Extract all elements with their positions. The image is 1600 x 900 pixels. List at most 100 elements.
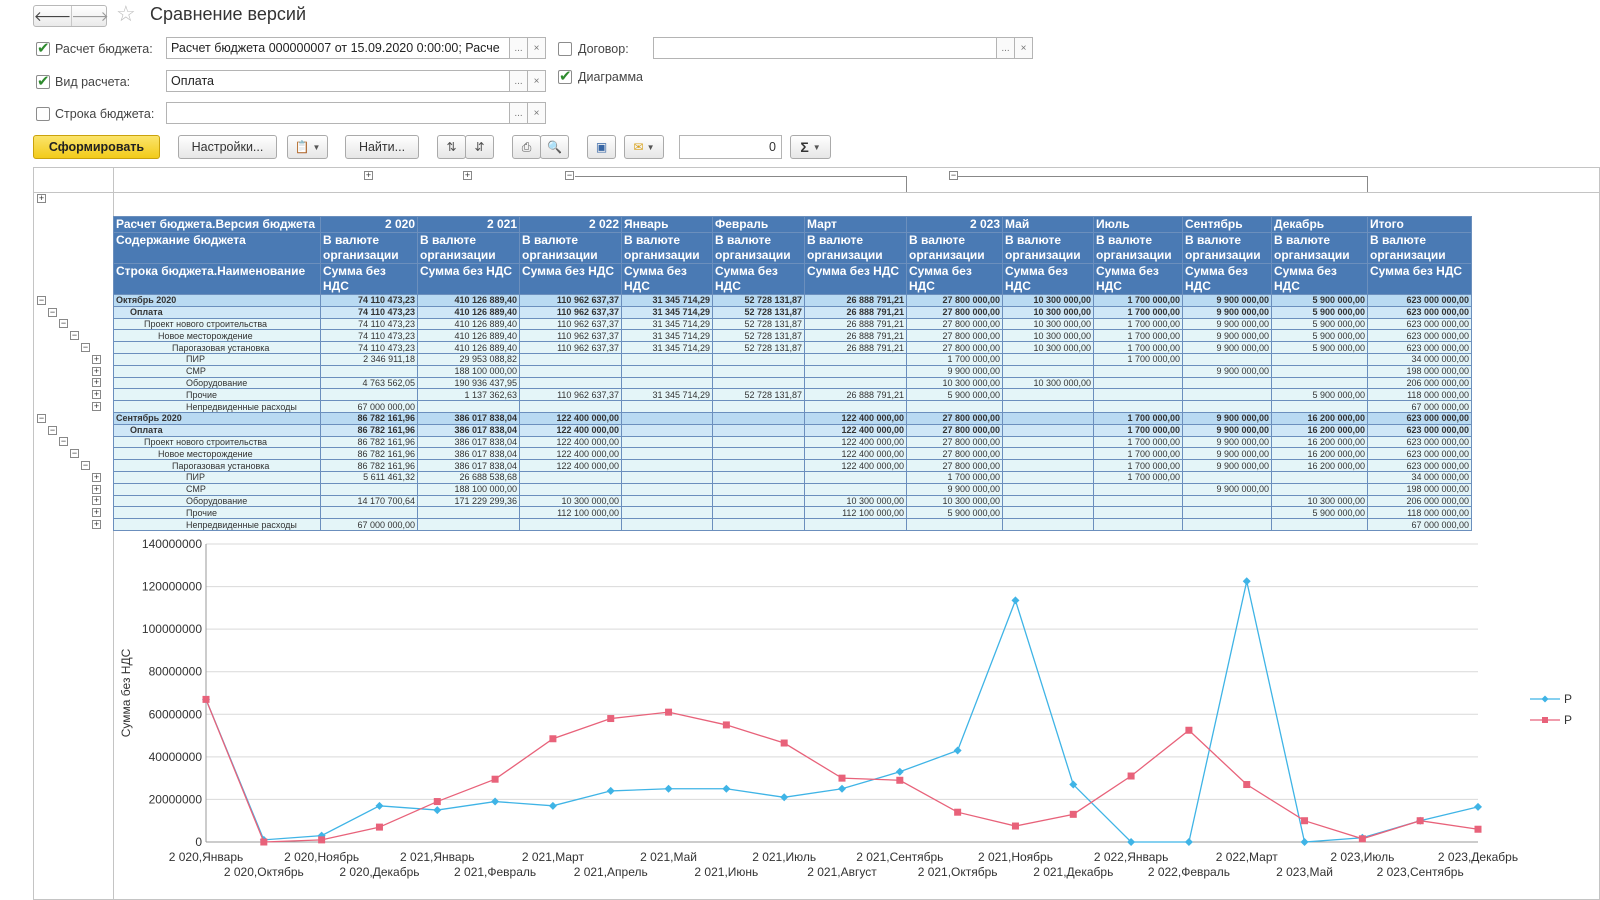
- contract-checkbox[interactable]: [558, 42, 572, 56]
- value-cell: [1093, 364, 1183, 378]
- budget-line-field[interactable]: [166, 102, 510, 124]
- value-cell: 1 700 000,00: [1093, 435, 1183, 449]
- value-cell: [1002, 470, 1094, 484]
- budget-line-clear-button[interactable]: ×: [527, 102, 546, 124]
- budget-line-checkbox[interactable]: [36, 107, 50, 121]
- contract-field[interactable]: [653, 37, 997, 59]
- table-row[interactable]: Проект нового строительства 74 110 473,23…: [113, 317, 1472, 331]
- table-row[interactable]: Новое месторождение 74 110 473,23 410 126 …: [113, 329, 1472, 343]
- data-point: [780, 793, 789, 802]
- variants-dropdown-button[interactable]: 📋 ▼: [287, 135, 328, 159]
- x-tick-label: 2 020,Декабрь: [339, 865, 419, 879]
- calc-type-select-button[interactable]: ...: [509, 70, 528, 92]
- collapse-icon[interactable]: −: [70, 331, 79, 341]
- arrow-left-icon[interactable]: 🡐: [34, 6, 72, 26]
- table-row[interactable]: Прочие 1 137 362,63 110 962 637,37 31 345 7…: [113, 388, 1472, 402]
- header-period: Итого: [1367, 216, 1472, 233]
- value-cell: [621, 423, 713, 437]
- calc-type-field[interactable]: Оплата: [166, 70, 510, 92]
- value-cell: [621, 518, 713, 531]
- print-button[interactable]: ⎙: [512, 135, 541, 159]
- table-row[interactable]: Проект нового строительства 86 782 161,96…: [113, 435, 1472, 449]
- expand-icon[interactable]: +: [92, 378, 101, 388]
- send-email-button[interactable]: ✉ ▼: [624, 135, 664, 159]
- collapse-icon[interactable]: −: [949, 171, 958, 180]
- row-name-cell: Сентябрь 2020: [113, 411, 321, 425]
- value-cell: 26 688 538,68: [417, 470, 520, 484]
- collapse-icon[interactable]: −: [70, 449, 79, 459]
- find-button[interactable]: Найти...: [345, 135, 419, 159]
- header-measure: Сумма без НДС: [1093, 263, 1183, 295]
- sort-asc-button[interactable]: ⇅: [437, 135, 466, 159]
- value-cell: 10 300 000,00: [906, 376, 1003, 390]
- table-row[interactable]: Оплата 74 110 473,23 410 126 889,40 110 962…: [113, 305, 1472, 319]
- counter-field[interactable]: 0: [679, 135, 782, 159]
- collapse-icon[interactable]: −: [81, 461, 90, 471]
- collapse-icon[interactable]: −: [59, 437, 68, 447]
- calc-type-clear-button[interactable]: ×: [527, 70, 546, 92]
- printer-icon: ⎙: [521, 139, 532, 154]
- table-row[interactable]: Октябрь 2020 74 110 473,23 410 126 889,40 1…: [113, 294, 1472, 307]
- save-button[interactable]: ▣: [587, 135, 616, 159]
- table-row[interactable]: Оплата 86 782 161,96 386 017 838,04 122 400…: [113, 423, 1472, 437]
- calc-type-checkbox[interactable]: [36, 72, 50, 90]
- row-name-cell: СМР: [113, 482, 321, 496]
- value-cell: [621, 352, 713, 366]
- generate-button[interactable]: Сформировать: [33, 135, 160, 159]
- table-row[interactable]: Новое месторождение 86 782 161,96 386 017 …: [113, 447, 1472, 461]
- diagram-checkbox[interactable]: [558, 67, 572, 85]
- budget-calc-checkbox[interactable]: [36, 39, 50, 57]
- sort-desc-button[interactable]: ⇵: [465, 135, 494, 159]
- collapse-icon[interactable]: −: [48, 307, 57, 317]
- table-row[interactable]: Сентябрь 2020 86 782 161,96 386 017 838,04…: [113, 411, 1472, 425]
- collapse-icon[interactable]: −: [59, 319, 68, 329]
- expand-icon[interactable]: +: [92, 366, 101, 376]
- value-cell: 386 017 838,04: [417, 411, 520, 425]
- collapse-icon[interactable]: −: [81, 343, 90, 353]
- budget-calc-field[interactable]: Расчет бюджета 000000007 от 15.09.2020 0…: [166, 37, 510, 59]
- table-row[interactable]: ПИР 2 346 911,18 29 953 088,82 1 700 000,00…: [113, 352, 1472, 366]
- collapse-icon[interactable]: −: [565, 171, 574, 180]
- budget-calc-select-button[interactable]: ...: [509, 37, 528, 59]
- expand-icon[interactable]: +: [92, 472, 101, 482]
- x-tick-label: 2 023,Май: [1276, 865, 1333, 879]
- contract-select-button[interactable]: ...: [996, 37, 1015, 59]
- expand-icon[interactable]: +: [92, 354, 101, 364]
- contract-clear-button[interactable]: ×: [1014, 37, 1033, 59]
- expand-icon[interactable]: +: [92, 484, 101, 494]
- arrow-right-icon[interactable]: 🡒: [71, 6, 109, 26]
- expand-icon[interactable]: +: [92, 496, 101, 506]
- expand-icon[interactable]: +: [92, 402, 101, 412]
- collapse-icon[interactable]: −: [37, 413, 46, 423]
- table-row[interactable]: Парогазовая установка 86 782 161,96 386 01…: [113, 459, 1472, 472]
- expand-icon[interactable]: +: [37, 194, 46, 203]
- table-row[interactable]: Парогазовая установка 74 110 473,23 410 12…: [113, 341, 1472, 354]
- expand-icon[interactable]: +: [92, 520, 101, 530]
- table-row[interactable]: Оборудование 4 763 562,05 190 936 437,95 10…: [113, 376, 1472, 390]
- value-cell: [1002, 388, 1094, 402]
- table-row[interactable]: СМР 188 100 000,00 9 900 000,00 9 900 000,0…: [113, 482, 1472, 496]
- row-name-cell: Оплата: [113, 423, 321, 437]
- table-row[interactable]: ПИР 5 611 461,32 26 688 538,68 1 700 000,00…: [113, 470, 1472, 484]
- expand-icon[interactable]: +: [364, 171, 373, 180]
- table-row[interactable]: Непредвиденные расходы 67 000 000,00 67 00…: [113, 400, 1472, 413]
- value-cell: 9 900 000,00: [906, 364, 1003, 378]
- expand-icon[interactable]: +: [92, 508, 101, 518]
- value-cell: 386 017 838,04: [417, 423, 520, 437]
- table-row[interactable]: Прочие 112 100 000,00 112 100 000,00 5 900 …: [113, 506, 1472, 520]
- favorite-star-icon[interactable]: ☆: [116, 2, 136, 26]
- expand-icon[interactable]: +: [463, 171, 472, 180]
- settings-button[interactable]: Настройки...: [178, 135, 277, 159]
- budget-line-select-button[interactable]: ...: [509, 102, 528, 124]
- preview-button[interactable]: 🔍: [540, 135, 569, 159]
- collapse-icon[interactable]: −: [48, 425, 57, 435]
- header-measure: Сумма без НДС: [621, 263, 713, 295]
- value-cell: [1093, 388, 1183, 402]
- budget-calc-clear-button[interactable]: ×: [527, 37, 546, 59]
- table-row[interactable]: СМР 188 100 000,00 9 900 000,00 9 900 000,0…: [113, 364, 1472, 378]
- table-row[interactable]: Оборудование 14 170 700,64 171 229 299,36 1…: [113, 494, 1472, 508]
- collapse-icon[interactable]: −: [37, 295, 46, 305]
- sum-dropdown-button[interactable]: Σ ▼: [790, 135, 831, 159]
- expand-icon[interactable]: +: [92, 390, 101, 400]
- table-row[interactable]: Непредвиденные расходы 67 000 000,00 67 00…: [113, 518, 1472, 531]
